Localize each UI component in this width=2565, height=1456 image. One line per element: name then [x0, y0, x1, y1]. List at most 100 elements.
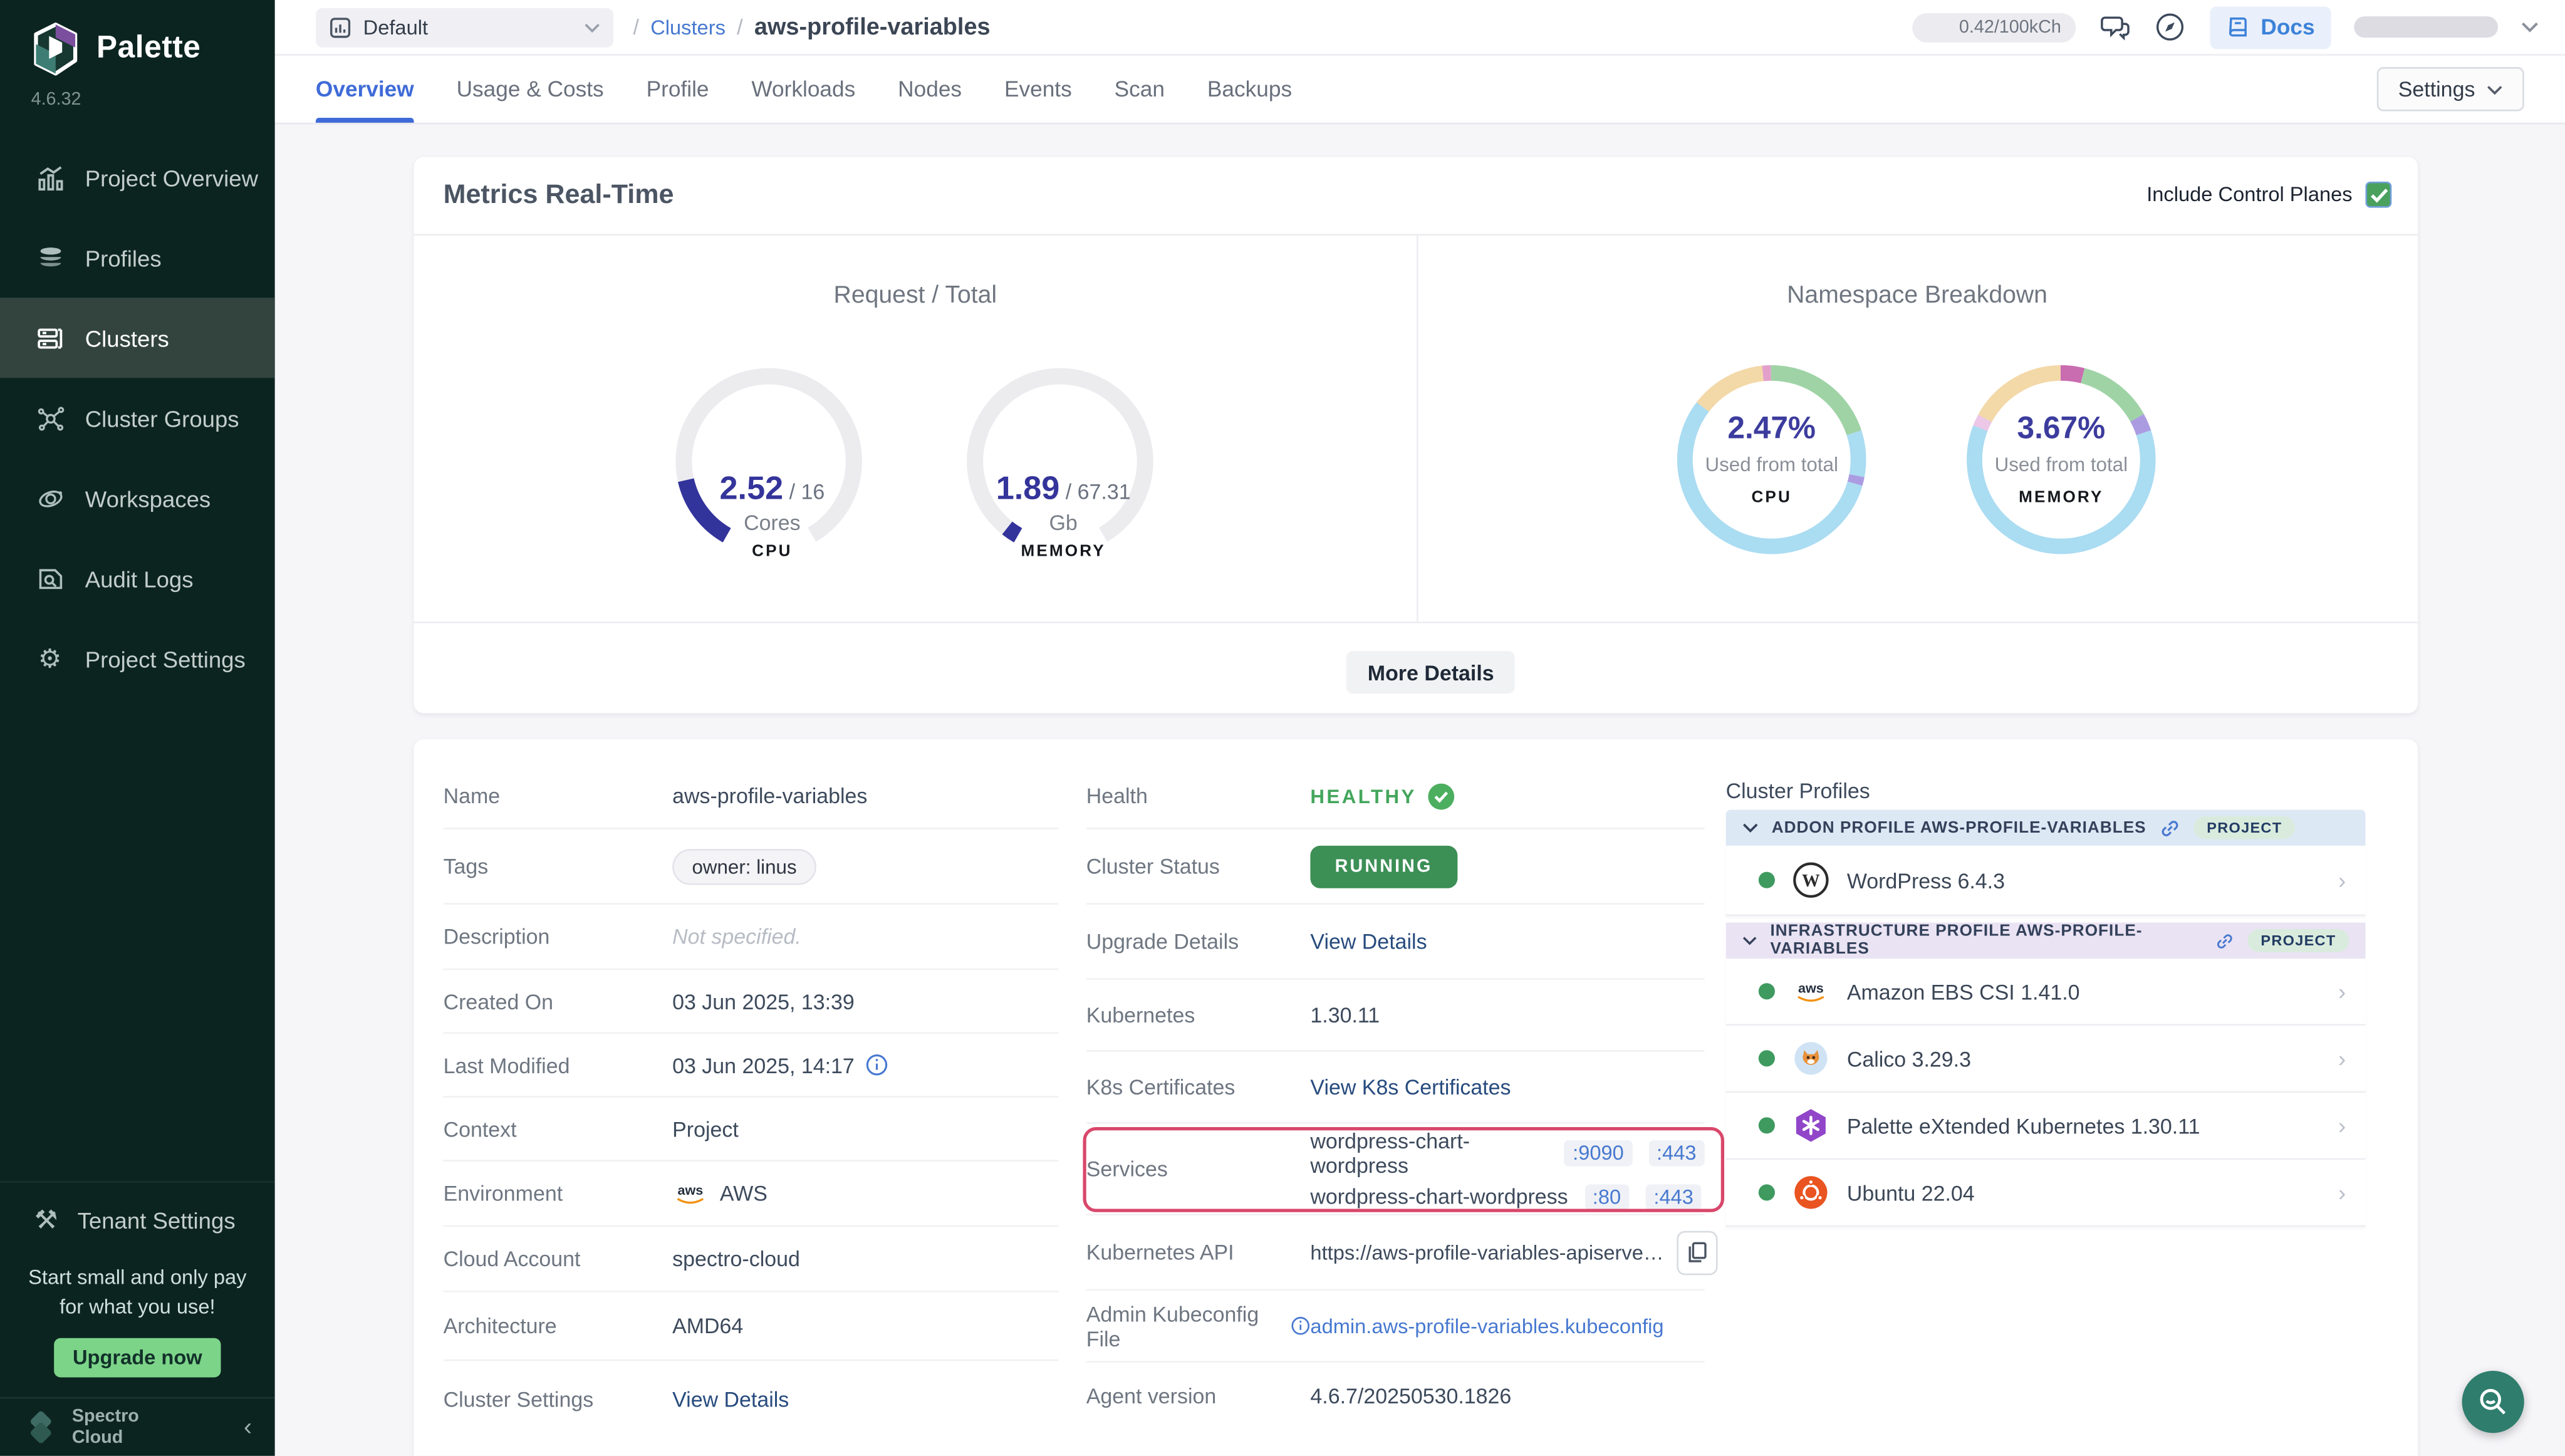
- namespace-breakdown-title: Namespace Breakdown: [1417, 281, 2418, 309]
- tab-scan[interactable]: Scan: [1115, 56, 1165, 123]
- service-row: wordpress-chart-wordpress :9090 :443: [1310, 1128, 1704, 1177]
- tag-pill[interactable]: owner: linus: [672, 848, 816, 884]
- kubeconfig-file-link[interactable]: admin.aws-profile-variables.kubeconfig: [1310, 1314, 1663, 1338]
- sidebar-item-workspaces[interactable]: Workspaces: [0, 458, 275, 538]
- upgrade-promo-text: Start small and only pay for what you us…: [0, 1263, 275, 1323]
- donut-label: MEMORY: [1960, 489, 2163, 507]
- donut-center: 3.67%Used from totalMEMORY: [1960, 412, 2163, 507]
- profile-item-palette-extended-kubernetes[interactable]: Palette eXtended Kubernetes 1.30.11 ›: [1726, 1093, 2366, 1160]
- service-row: wordpress-chart-wordpress :80 :443: [1310, 1183, 1704, 1210]
- more-details-button[interactable]: More Details: [1346, 651, 1516, 694]
- help-search-fab[interactable]: [2462, 1371, 2524, 1433]
- brand-name: Palette: [96, 31, 200, 67]
- sidebar-item-label: Workspaces: [85, 485, 211, 511]
- tab-overview[interactable]: Overview: [316, 56, 414, 123]
- svg-text:W: W: [1802, 871, 1820, 891]
- services-list: wordpress-chart-wordpress :9090 :443 wor…: [1310, 1128, 1704, 1210]
- tab-workloads[interactable]: Workloads: [751, 56, 855, 123]
- sidebar-item-audit-logs[interactable]: Audit Logs: [0, 538, 275, 618]
- donut-label: CPU: [1670, 489, 1873, 507]
- sidebar-item-tenant-settings[interactable]: ⚒ Tenant Settings: [0, 1181, 275, 1256]
- topbar-right: 0.42/100kCh Docs: [1912, 6, 2565, 48]
- breadcrumb-current: aws-profile-variables: [754, 14, 991, 40]
- tools-icon: ⚒: [34, 1207, 58, 1233]
- project-selector[interactable]: Default: [316, 8, 613, 47]
- tab-nodes[interactable]: Nodes: [898, 56, 962, 123]
- sidebar-item-profiles[interactable]: Profiles: [0, 217, 275, 298]
- spectro-cloud-name: Spectro Cloud: [72, 1407, 139, 1448]
- upgrade-view-details-link[interactable]: View Details: [1310, 929, 1427, 954]
- audit-log-icon: [34, 563, 66, 594]
- status-row-kubernetes-api: Kubernetes API https://aws-profile-varia…: [1086, 1215, 1705, 1291]
- service-port-link[interactable]: :443: [1645, 1183, 1702, 1210]
- infrastructure-profile-header[interactable]: INFRASTRUCTURE PROFILE AWS-PROFILE-VARIA…: [1726, 923, 2366, 959]
- chat-icon[interactable]: [2099, 11, 2131, 43]
- kubernetes-api-value: https://aws-profile-variables-apiserve…: [1310, 1240, 1663, 1264]
- settings-button[interactable]: Settings: [2377, 67, 2524, 111]
- cluster-tabbar: Overview Usage & Costs Profile Workloads…: [275, 56, 2565, 125]
- service-port-link[interactable]: :80: [1584, 1183, 1630, 1210]
- donut-caption: Used from total: [1670, 453, 1873, 476]
- cluster-settings-view-details-link[interactable]: View Details: [672, 1386, 789, 1411]
- orbit-icon: [34, 482, 66, 514]
- gauge-total: / 16: [783, 479, 825, 504]
- check-circle-icon: [1428, 783, 1454, 809]
- chevron-right-icon: ›: [2338, 1112, 2346, 1138]
- donut-percent: 3.67%: [1960, 412, 2163, 448]
- profile-item-amazon-ebs-csi[interactable]: aws Amazon EBS CSI 1.41.0 ›: [1726, 959, 2366, 1026]
- check-icon: [2370, 187, 2388, 202]
- profile-item-wordpress[interactable]: W WordPress 6.4.3 ›: [1726, 846, 2366, 916]
- divider: [414, 234, 2418, 236]
- tab-usage-costs[interactable]: Usage & Costs: [457, 56, 604, 123]
- sidebar-item-cluster-groups[interactable]: Cluster Groups: [0, 378, 275, 458]
- usage-badge: 0.42/100kCh: [1912, 13, 2076, 42]
- breadcrumb-clusters-link[interactable]: Clusters: [650, 16, 726, 39]
- gauge-value: 1.89 / 67.31: [962, 471, 1165, 509]
- detail-row-modified: Last Modified 03 Jun 2025, 14:17: [444, 1034, 1059, 1098]
- docs-button[interactable]: Docs: [2210, 6, 2331, 48]
- tab-profile[interactable]: Profile: [647, 56, 709, 123]
- sidebar-item-clusters[interactable]: Clusters: [0, 298, 275, 378]
- service-port-link[interactable]: :9090: [1564, 1140, 1632, 1166]
- sidebar-item-project-settings[interactable]: ⚙ Project Settings: [0, 618, 275, 699]
- chevron-right-icon: ›: [2338, 978, 2346, 1004]
- chevron-down-icon: [2487, 84, 2503, 94]
- user-name-redacted[interactable]: [2354, 16, 2498, 38]
- chevron-right-icon: ›: [2338, 867, 2346, 893]
- addon-profile-header[interactable]: ADDON PROFILE AWS-PROFILE-VARIABLES PROJ…: [1726, 809, 2366, 845]
- user-menu-chevron-icon[interactable]: [2521, 21, 2539, 33]
- upgrade-now-button[interactable]: Upgrade now: [54, 1338, 221, 1378]
- profile-item-ubuntu[interactable]: Ubuntu 22.04 ›: [1726, 1160, 2366, 1227]
- service-port-link[interactable]: :443: [1648, 1140, 1705, 1166]
- calico-logo: [1793, 1041, 1829, 1076]
- copy-icon: [1687, 1240, 1708, 1264]
- profile-item-calico[interactable]: Calico 3.29.3 ›: [1726, 1026, 2366, 1093]
- chevron-right-icon: ›: [2338, 1180, 2346, 1206]
- cloud-account-value: spectro-cloud: [672, 1247, 800, 1271]
- tab-backups[interactable]: Backups: [1207, 56, 1292, 123]
- environment-value: AWS: [720, 1181, 767, 1205]
- metrics-title: Metrics Real-Time: [444, 180, 674, 211]
- sidebar: Palette 4.6.32 Project Overview Profiles: [0, 0, 275, 1456]
- description-value: Not specified.: [672, 924, 801, 949]
- view-k8s-certificates-link[interactable]: View K8s Certificates: [1310, 1074, 1511, 1099]
- status-row-services: Services wordpress-chart-wordpress :9090…: [1086, 1124, 1705, 1215]
- server-icon: [34, 322, 66, 353]
- info-icon[interactable]: [1291, 1315, 1310, 1336]
- compass-icon[interactable]: [2155, 11, 2187, 43]
- divider: [414, 621, 2418, 623]
- detail-row-name: Name aws-profile-variables: [444, 764, 1059, 829]
- tab-events[interactable]: Events: [1004, 56, 1072, 123]
- project-badge: PROJECT: [2247, 929, 2349, 952]
- ubuntu-logo: [1793, 1175, 1829, 1210]
- gauge-total: / 67.31: [1059, 479, 1130, 504]
- sidebar-collapse-icon[interactable]: ‹: [244, 1413, 252, 1441]
- copy-button[interactable]: [1677, 1230, 1717, 1274]
- include-control-planes-checkbox[interactable]: [2366, 182, 2392, 208]
- chevron-down-icon: [1742, 935, 1757, 945]
- service-name: wordpress-chart-wordpress: [1310, 1128, 1548, 1177]
- project-selector-value: Default: [363, 16, 573, 39]
- info-icon[interactable]: [866, 1053, 889, 1076]
- project-icon: [329, 16, 352, 39]
- sidebar-item-project-overview[interactable]: Project Overview: [0, 137, 275, 217]
